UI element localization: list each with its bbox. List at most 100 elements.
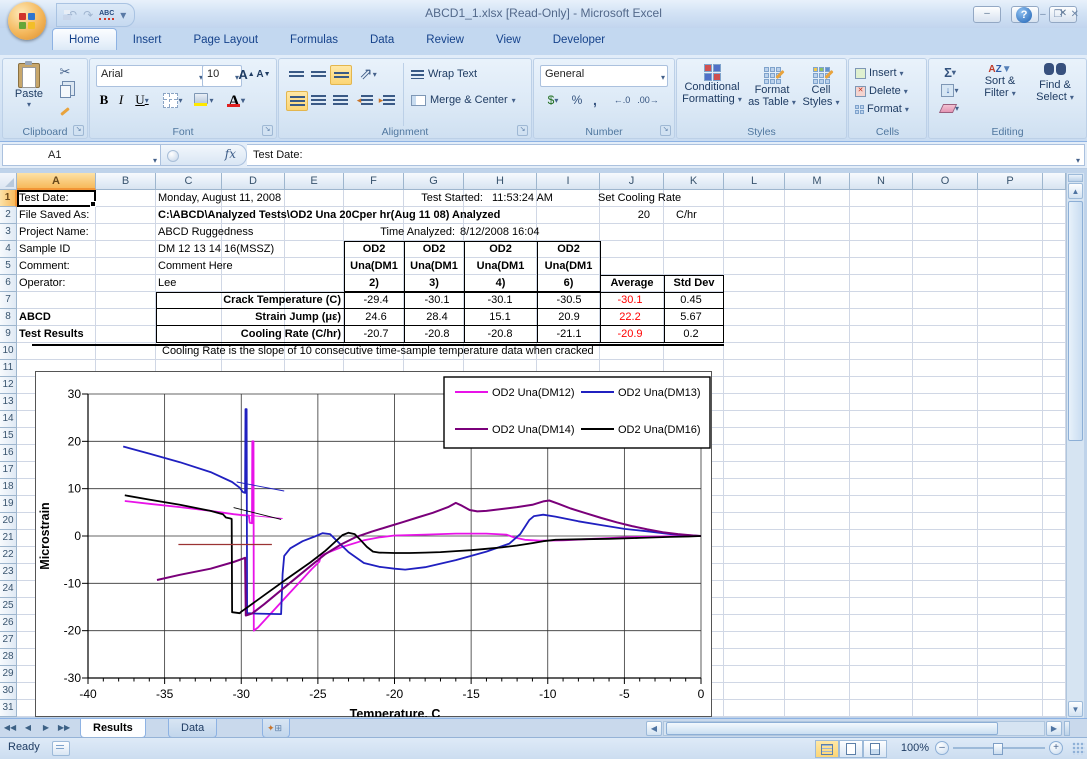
row-header-28[interactable]: 28 (0, 649, 17, 666)
row-header-3[interactable]: 3 (0, 224, 17, 241)
cell-styles-button[interactable]: CellStyles ▾ (799, 63, 843, 108)
cell-r3[interactable]: Time Analyzed: (380, 224, 455, 241)
next-sheet-icon[interactable]: ▶ (38, 721, 54, 735)
font-name-combo[interactable]: Arial▾ (96, 65, 206, 87)
column-header-M[interactable]: M (785, 173, 850, 190)
horizontal-scrollbar[interactable]: ◀ ▶ (646, 721, 1070, 736)
cell-r7[interactable]: Crack Temperature (C) (223, 292, 341, 309)
align-bottom-icon[interactable] (330, 65, 352, 85)
cell-r3[interactable]: 8/12/2008 16:04 (460, 224, 540, 241)
embedded-chart[interactable]: 3020100-10-20-30-40-35-30-25-20-15-10-50… (35, 371, 712, 717)
first-sheet-icon[interactable]: ◀◀ (2, 721, 18, 735)
bold-button[interactable]: B (96, 91, 112, 109)
wrap-text-button[interactable]: Wrap Text (411, 65, 521, 83)
cell-r8[interactable]: 28.4 (426, 309, 447, 326)
borders-button[interactable]: ▾ (160, 91, 186, 109)
cell-r2[interactable]: File Saved As: (19, 207, 89, 224)
column-header-G[interactable]: G (404, 173, 464, 190)
v-split-handle[interactable] (1068, 174, 1083, 182)
cell-r7[interactable]: -30.1 (617, 292, 642, 309)
column-header-J[interactable]: J (600, 173, 664, 190)
cell-r9[interactable]: -20.8 (424, 326, 449, 343)
row-header-26[interactable]: 26 (0, 615, 17, 632)
autosum-button[interactable]: Σ▾ (935, 64, 965, 80)
alignment-dialog-launcher[interactable]: ↘ (517, 125, 528, 136)
clear-button[interactable]: ▾ (935, 100, 965, 116)
cell-r7[interactable]: -30.1 (487, 292, 512, 309)
page-break-view-button[interactable] (863, 740, 887, 758)
h-split-handle[interactable] (1064, 721, 1070, 736)
row-header-7[interactable]: 7 (0, 292, 17, 309)
font-color-button[interactable]: A▾ (222, 91, 250, 109)
scroll-down-icon[interactable]: ▼ (1068, 701, 1083, 717)
cell-r9[interactable]: -20.8 (487, 326, 512, 343)
cell-r1[interactable]: 11:53:24 AM (492, 190, 553, 207)
zoom-slider[interactable]: – + (935, 741, 1063, 755)
align-left-icon[interactable] (286, 91, 308, 111)
increase-indent-icon[interactable]: ▸ (377, 91, 397, 109)
column-header-partial[interactable] (1043, 173, 1066, 190)
cell-r8[interactable]: 15.1 (489, 309, 510, 326)
expand-formula-bar-icon[interactable]: ▾ (1076, 151, 1080, 171)
row-header-4[interactable]: 4 (0, 241, 17, 258)
cell-r9[interactable]: -20.9 (617, 326, 642, 343)
tab-developer[interactable]: Developer (537, 29, 621, 50)
scroll-right-icon[interactable]: ▶ (1046, 721, 1062, 736)
underline-button[interactable]: U▾ (130, 91, 154, 109)
row-header-27[interactable]: 27 (0, 632, 17, 649)
minimize-button[interactable]: – (973, 6, 1001, 23)
office-button[interactable] (8, 2, 46, 40)
column-header-P[interactable]: P (978, 173, 1043, 190)
column-header-B[interactable]: B (96, 173, 156, 190)
row-header-25[interactable]: 25 (0, 598, 17, 615)
cell-r10[interactable]: Cooling Rate is the slope of 10 consecut… (162, 343, 594, 360)
column-header-A[interactable]: A (17, 173, 96, 190)
cell-r9[interactable]: -20.7 (363, 326, 388, 343)
column-header-N[interactable]: N (850, 173, 913, 190)
column-header-L[interactable]: L (724, 173, 785, 190)
row-header-10[interactable]: 10 (0, 343, 17, 360)
row-header-17[interactable]: 17 (0, 462, 17, 479)
italic-button[interactable]: I (114, 91, 128, 109)
page-layout-view-button[interactable] (839, 740, 863, 758)
row-header-24[interactable]: 24 (0, 581, 17, 598)
number-format-combo[interactable]: General▾ (540, 65, 668, 87)
row-header-14[interactable]: 14 (0, 411, 17, 428)
format-cells-button[interactable]: Format▾ (855, 101, 921, 117)
row-header-8[interactable]: 8 (0, 309, 17, 326)
number-dialog-launcher[interactable]: ↘ (660, 125, 671, 136)
decrease-indent-icon[interactable]: ◂ (355, 91, 375, 109)
fill-color-button[interactable]: ▾ (190, 91, 218, 109)
font-size-combo[interactable]: 10▾ (202, 65, 242, 87)
scroll-left-icon[interactable]: ◀ (646, 721, 662, 736)
cell-r9[interactable]: -21.1 (556, 326, 581, 343)
cell-r1[interactable]: Monday, August 11, 2008 (158, 190, 281, 207)
cell-r5[interactable]: Comment Here (158, 258, 233, 275)
row-header-16[interactable]: 16 (0, 445, 17, 462)
help-icon[interactable]: ? (1016, 7, 1032, 23)
sheet-tab-data[interactable]: Data (168, 719, 217, 738)
row-header-19[interactable]: 19 (0, 496, 17, 513)
tab-formulas[interactable]: Formulas (274, 29, 354, 50)
cell-r2[interactable]: 20 (638, 207, 650, 224)
row-header-6[interactable]: 6 (0, 275, 17, 292)
cell-r9[interactable]: Test Results (19, 326, 84, 343)
last-sheet-icon[interactable]: ▶▶ (56, 721, 72, 735)
orientation-icon[interactable]: ⇗▾ (355, 65, 381, 83)
align-center-icon[interactable] (308, 91, 328, 109)
cell-r1[interactable]: Set Cooling Rate (598, 190, 681, 207)
sort-filter-button[interactable]: AZ▼ Sort &Filter ▾ (973, 63, 1027, 99)
grow-font-icon[interactable]: A▲ (238, 65, 255, 83)
column-header-O[interactable]: O (913, 173, 978, 190)
find-select-button[interactable]: Find &Select ▾ (1029, 63, 1081, 103)
tab-review[interactable]: Review (410, 29, 480, 50)
cell-r7[interactable]: -30.1 (424, 292, 449, 309)
row-header-13[interactable]: 13 (0, 394, 17, 411)
row-header-31[interactable]: 31 (0, 700, 17, 717)
h-scroll-thumb[interactable] (666, 722, 998, 735)
copy-icon[interactable] (55, 83, 75, 99)
cell-r8[interactable]: 24.6 (365, 309, 386, 326)
cell-r4[interactable]: DM 12 13 14 16(MSSZ) (158, 241, 274, 258)
row-header-22[interactable]: 22 (0, 547, 17, 564)
cell-r9[interactable]: Cooling Rate (C/hr) (241, 326, 341, 343)
